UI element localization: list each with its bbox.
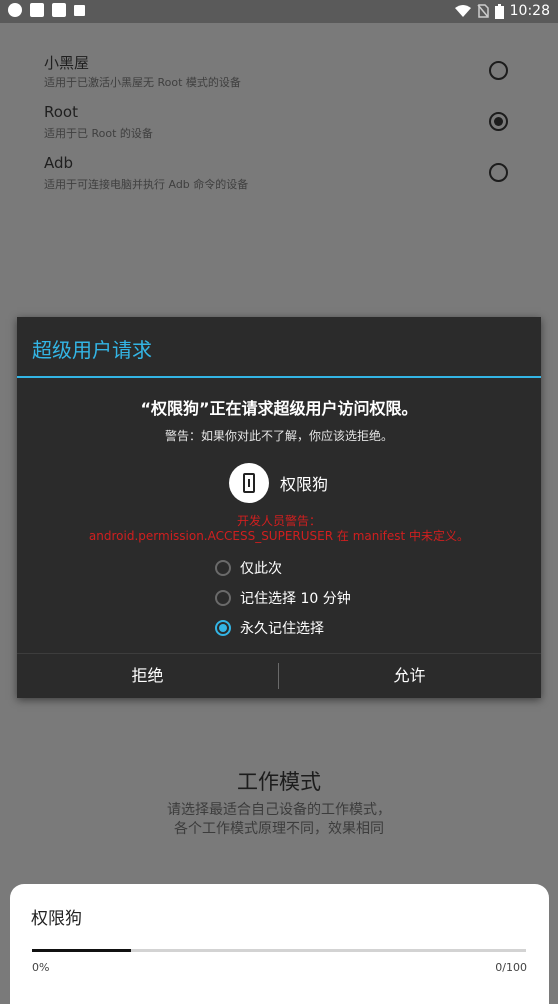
mode-radio[interactable]	[489, 61, 508, 80]
mode-radio[interactable]	[489, 163, 508, 182]
mode-title: Adb	[44, 154, 74, 172]
dialog-title: 超级用户请求	[32, 338, 152, 362]
progress-sheet: 权限狗 0% 0/100	[10, 884, 549, 1004]
radio-button[interactable]	[215, 560, 231, 576]
mode-radio-selected[interactable]	[489, 112, 508, 131]
mode-item-xiaoheiwu[interactable]: 小黑屋 适用于已激活小黑屋无 Root 模式的设备	[0, 45, 558, 96]
option-once[interactable]: 仅此次	[215, 553, 351, 583]
bug-icon	[52, 3, 66, 17]
notification-circle-icon	[8, 3, 22, 17]
work-mode-section: 工作模式 请选择最适合自己设备的工作模式， 各个工作模式原理不同，效果相同	[0, 766, 558, 839]
mode-list: 小黑屋 适用于已激活小黑屋无 Root 模式的设备 Root 适用于已 Root…	[0, 45, 558, 198]
developer-warning-line1: 开发人员警告：	[236, 514, 321, 528]
dialog-heading: “权限狗”正在请求超级用户访问权限。	[140, 399, 418, 418]
dialog-title-divider	[17, 376, 541, 378]
developer-warning-line2: android.permission.ACCESS_SUPERUSER 在 ma…	[88, 529, 470, 543]
option-10-minutes[interactable]: 记住选择 10 分钟	[215, 583, 351, 613]
option-forever[interactable]: 永久记住选择	[215, 613, 351, 643]
mode-desc: 适用于已 Root 的设备	[44, 127, 153, 140]
mode-item-root[interactable]: Root 适用于已 Root 的设备	[0, 96, 558, 147]
progress-count: 0/100	[495, 961, 527, 974]
option-label: 记住选择 10 分钟	[240, 591, 351, 607]
mode-title: 小黑屋	[44, 54, 90, 72]
mode-item-adb[interactable]: Adb 适用于可连接电脑并执行 Adb 命令的设备	[0, 147, 558, 198]
progress-title: 权限狗	[31, 909, 82, 929]
a-icon	[74, 4, 85, 16]
app-info: 权限狗	[229, 463, 328, 503]
dialog-warning: 警告：如果你对此不了解，你应该选拒绝。	[164, 429, 393, 443]
remember-options: 仅此次 记住选择 10 分钟 永久记住选择	[215, 553, 351, 643]
mode-title: Root	[44, 103, 78, 121]
work-mode-desc-line1: 请选择最适合自己设备的工作模式，	[167, 802, 391, 818]
progress-bar	[32, 949, 526, 952]
wifi-icon	[454, 4, 471, 17]
mode-desc: 适用于可连接电脑并执行 Adb 命令的设备	[44, 178, 249, 191]
status-bar: 10:28	[0, 0, 558, 23]
no-sim-icon	[477, 4, 489, 18]
battery-icon	[494, 3, 504, 19]
app-notification-icon	[30, 3, 44, 17]
app-name: 权限狗	[280, 475, 329, 494]
radio-button[interactable]	[215, 590, 231, 606]
developer-warning: 开发人员警告： android.permission.ACCESS_SUPERU…	[17, 514, 541, 544]
app-phone-icon	[229, 463, 269, 503]
work-mode-desc-line2: 各个工作模式原理不同，效果相同	[174, 821, 384, 837]
radio-button-selected[interactable]	[215, 620, 231, 636]
status-time: 10:28	[509, 3, 550, 19]
progress-percent: 0%	[32, 961, 50, 974]
mode-desc: 适用于已激活小黑屋无 Root 模式的设备	[44, 76, 241, 89]
option-label: 永久记住选择	[240, 621, 324, 637]
option-label: 仅此次	[240, 561, 282, 577]
allow-button[interactable]: 允许	[279, 654, 540, 698]
progress-bar-fill	[32, 949, 131, 952]
deny-button[interactable]: 拒绝	[17, 654, 278, 698]
work-mode-title: 工作模式	[237, 770, 321, 794]
superuser-dialog: 超级用户请求 “权限狗”正在请求超级用户访问权限。 警告：如果你对此不了解，你应…	[17, 317, 541, 698]
work-mode-desc: 请选择最适合自己设备的工作模式， 各个工作模式原理不同，效果相同	[0, 801, 558, 839]
